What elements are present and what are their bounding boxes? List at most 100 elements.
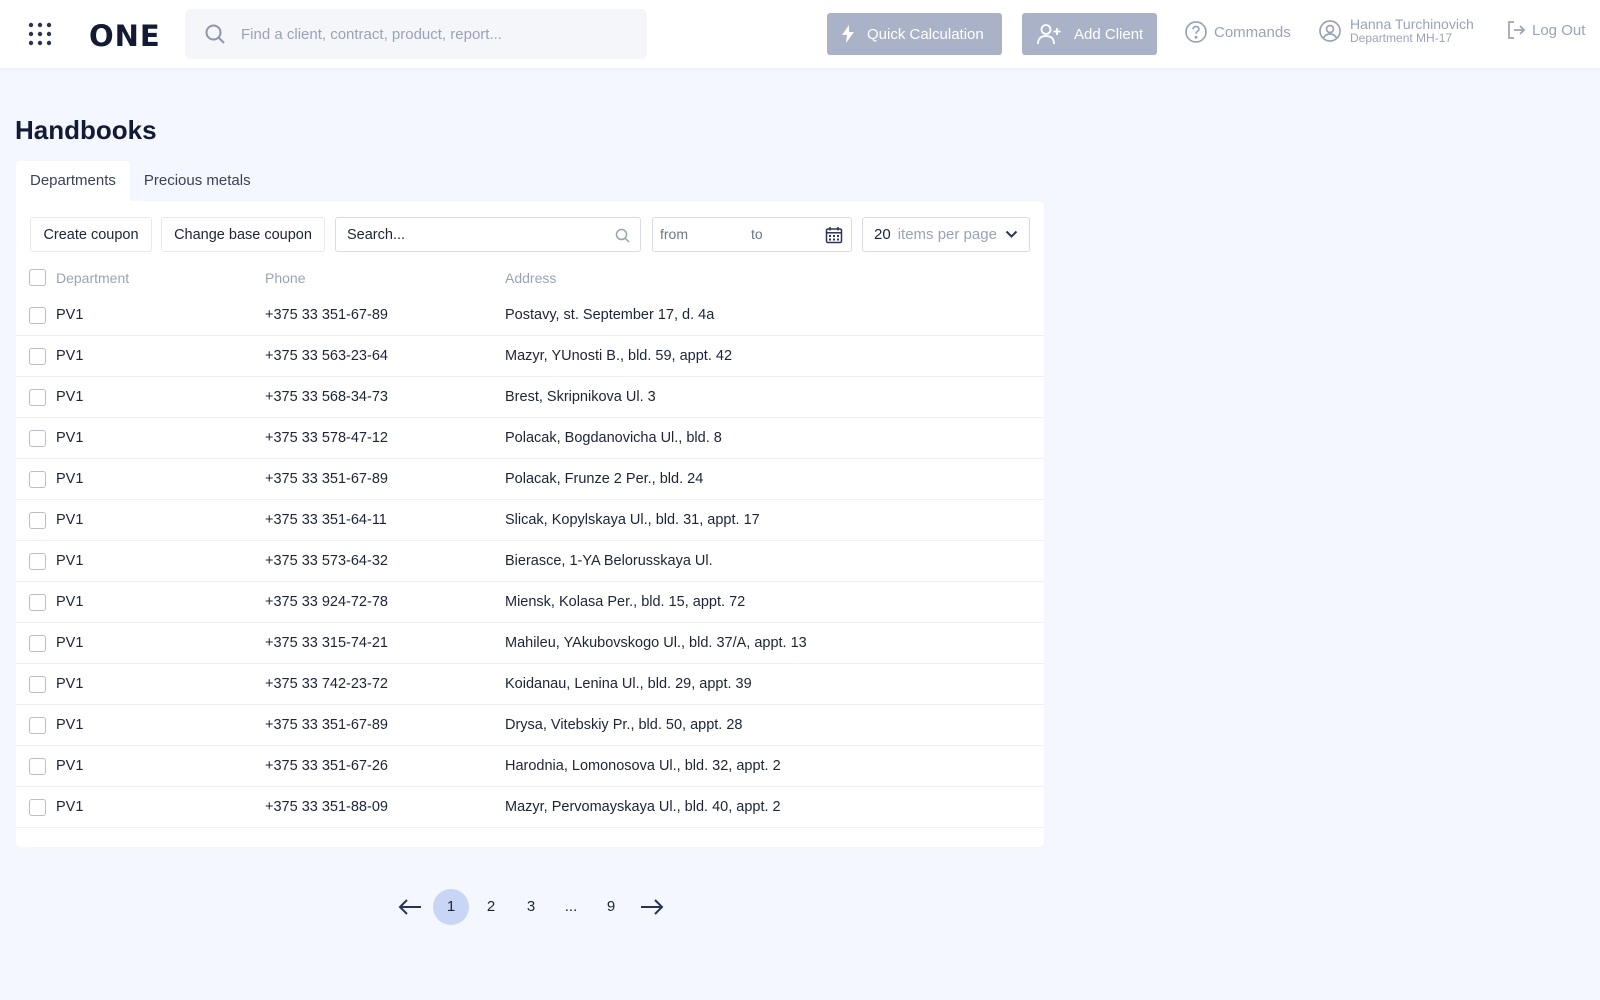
select-all-checkbox[interactable] [29, 269, 46, 286]
department-cell: PV1 [56, 348, 84, 364]
department-cell: PV1 [56, 758, 84, 774]
items-per-page-select[interactable]: 20 items per page [862, 217, 1030, 252]
department-cell: PV1 [56, 594, 84, 610]
row-checkbox[interactable] [29, 512, 46, 529]
address-cell: Miensk, Kolasa Per., bld. 15, appt. 72 [505, 594, 746, 610]
calendar-icon[interactable] [825, 226, 843, 244]
row-checkbox[interactable] [29, 389, 46, 406]
department-cell: PV1 [56, 389, 84, 405]
table-row[interactable]: PV1 +375 33 563-23-64 Mazyr, YUnosti B., b… [16, 336, 1044, 377]
table-toolbar: Create coupon Change base coupon 20 item [30, 217, 1030, 252]
table-row[interactable]: PV1 +375 33 351-64-11 Slicak, Kopylskaya U… [16, 500, 1044, 541]
page-title: Handbooks [15, 115, 157, 145]
items-per-page-value: 20 [874, 226, 891, 243]
pagination: 1 2 3 ... 9 [392, 889, 672, 925]
row-checkbox[interactable] [29, 348, 46, 365]
tab-precious-metals[interactable]: Precious metals [130, 161, 265, 201]
row-checkbox[interactable] [29, 799, 46, 816]
user-plus-icon [1037, 24, 1061, 45]
global-search-input[interactable] [241, 25, 631, 43]
phone-cell: +375 33 578-47-12 [265, 430, 388, 446]
change-base-coupon-button[interactable]: Change base coupon [161, 217, 325, 252]
address-cell: Mazyr, Pervomayskaya Ul., bld. 40, appt.… [505, 799, 781, 815]
table-row[interactable]: PV1 +375 33 351-67-89 Drysa, Vitebskiy Pr.… [16, 705, 1044, 746]
address-cell: Brest, Skripnikova Ul. 3 [505, 389, 656, 405]
table-row[interactable]: PV1 +375 33 573-64-32 Bierasce, 1-YA Belor… [16, 541, 1044, 582]
address-cell: Koidanau, Lenina Ul., bld. 29, appt. 39 [505, 676, 752, 692]
commands-link[interactable]: Commands [1184, 20, 1291, 44]
row-checkbox[interactable] [29, 717, 46, 734]
table-search-input[interactable] [347, 226, 607, 243]
row-checkbox[interactable] [29, 307, 46, 324]
column-header-department[interactable]: Department [56, 261, 129, 295]
department-cell: PV1 [56, 512, 84, 528]
phone-cell: +375 33 315-74-21 [265, 635, 388, 651]
user-circle-icon [1319, 20, 1341, 42]
department-cell: PV1 [56, 799, 84, 815]
table-row[interactable]: PV1 +375 33 578-47-12 Polacak, Bogdanovich… [16, 418, 1044, 459]
page-ellipsis: ... [564, 898, 578, 915]
add-client-button[interactable]: Add Client [1022, 13, 1157, 55]
row-checkbox[interactable] [29, 758, 46, 775]
chevron-down-icon [1005, 230, 1018, 238]
quick-calculation-button[interactable]: Quick Calculation [827, 13, 1002, 55]
prev-page-button[interactable] [392, 889, 428, 925]
lightning-icon [842, 25, 854, 43]
page-button-9[interactable]: 9 [593, 889, 629, 925]
row-checkbox[interactable] [29, 430, 46, 447]
tab-departments[interactable]: Departments [16, 161, 130, 201]
date-to-input[interactable] [751, 226, 821, 242]
commands-label: Commands [1214, 23, 1291, 41]
phone-cell: +375 33 924-72-78 [265, 594, 388, 610]
row-checkbox[interactable] [29, 471, 46, 488]
date-from-input[interactable] [660, 226, 730, 242]
row-checkbox[interactable] [29, 594, 46, 611]
phone-cell: +375 33 573-64-32 [265, 553, 388, 569]
global-search[interactable] [185, 9, 647, 59]
search-icon [615, 228, 630, 243]
top-header: ONE Quick Calculation Add Client Command… [0, 0, 1600, 68]
department-cell: PV1 [56, 635, 84, 651]
table-row[interactable]: PV1 +375 33 742-23-72 Koidanau, Lenina Ul.… [16, 664, 1044, 705]
table-row[interactable]: PV1 +375 33 351-67-89 Polacak, Frunze 2 Pe… [16, 459, 1044, 500]
user-profile[interactable]: Hanna Turchinovich Department MH-17 [1318, 16, 1474, 46]
logout-link[interactable]: Log Out [1506, 20, 1585, 40]
table-row[interactable]: PV1 +375 33 351-67-89 Postavy, st. Septemb… [16, 295, 1044, 336]
phone-cell: +375 33 563-23-64 [265, 348, 388, 364]
table-header: Department Phone Address [16, 261, 1044, 295]
phone-cell: +375 33 351-67-89 [265, 717, 388, 733]
apps-grid-icon[interactable] [28, 22, 52, 46]
phone-cell: +375 33 351-88-09 [265, 799, 388, 815]
table-row[interactable]: PV1 +375 33 351-88-09 Mazyr, Pervomayskaya… [16, 787, 1044, 828]
row-checkbox[interactable] [29, 676, 46, 693]
table-row[interactable]: PV1 +375 33 351-67-26 Harodnia, Lomonosova… [16, 746, 1044, 787]
page-button-2[interactable]: 2 [473, 889, 509, 925]
row-checkbox[interactable] [29, 635, 46, 652]
page-button-1[interactable]: 1 [433, 889, 469, 925]
handbook-tabs: Departments Precious metals [16, 161, 265, 201]
quick-calculation-label: Quick Calculation [867, 25, 984, 43]
table-row[interactable]: PV1 +375 33 924-72-78 Miensk, Kolasa Per.,… [16, 582, 1044, 623]
column-header-address[interactable]: Address [505, 261, 556, 295]
create-coupon-button[interactable]: Create coupon [30, 217, 152, 252]
app-logo[interactable]: ONE [89, 19, 161, 53]
phone-cell: +375 33 568-34-73 [265, 389, 388, 405]
add-client-label: Add Client [1074, 25, 1144, 43]
row-checkbox[interactable] [29, 553, 46, 570]
column-header-phone[interactable]: Phone [265, 261, 305, 295]
phone-cell: +375 33 351-67-26 [265, 758, 388, 774]
next-page-button[interactable] [634, 889, 670, 925]
arrow-right-icon [641, 899, 664, 915]
address-cell: Mazyr, YUnosti B., bld. 59, appt. 42 [505, 348, 733, 364]
table-search[interactable] [335, 217, 641, 252]
department-cell: PV1 [56, 471, 84, 487]
page-button-3[interactable]: 3 [513, 889, 549, 925]
table-row[interactable]: PV1 +375 33 568-34-73 Brest, Skripnikova U… [16, 377, 1044, 418]
table-row[interactable]: PV1 +375 33 315-74-21 Mahileu, YAkubovskog… [16, 623, 1044, 664]
department-cell: PV1 [56, 307, 84, 323]
date-range-picker[interactable] [652, 217, 852, 252]
departments-table: Department Phone Address PV1 +375 33 351-… [16, 261, 1044, 828]
address-cell: Harodnia, Lomonosova Ul., bld. 32, appt.… [505, 758, 781, 774]
address-cell: Slicak, Kopylskaya Ul., bld. 31, appt. 1… [505, 512, 760, 528]
phone-cell: +375 33 742-23-72 [265, 676, 388, 692]
